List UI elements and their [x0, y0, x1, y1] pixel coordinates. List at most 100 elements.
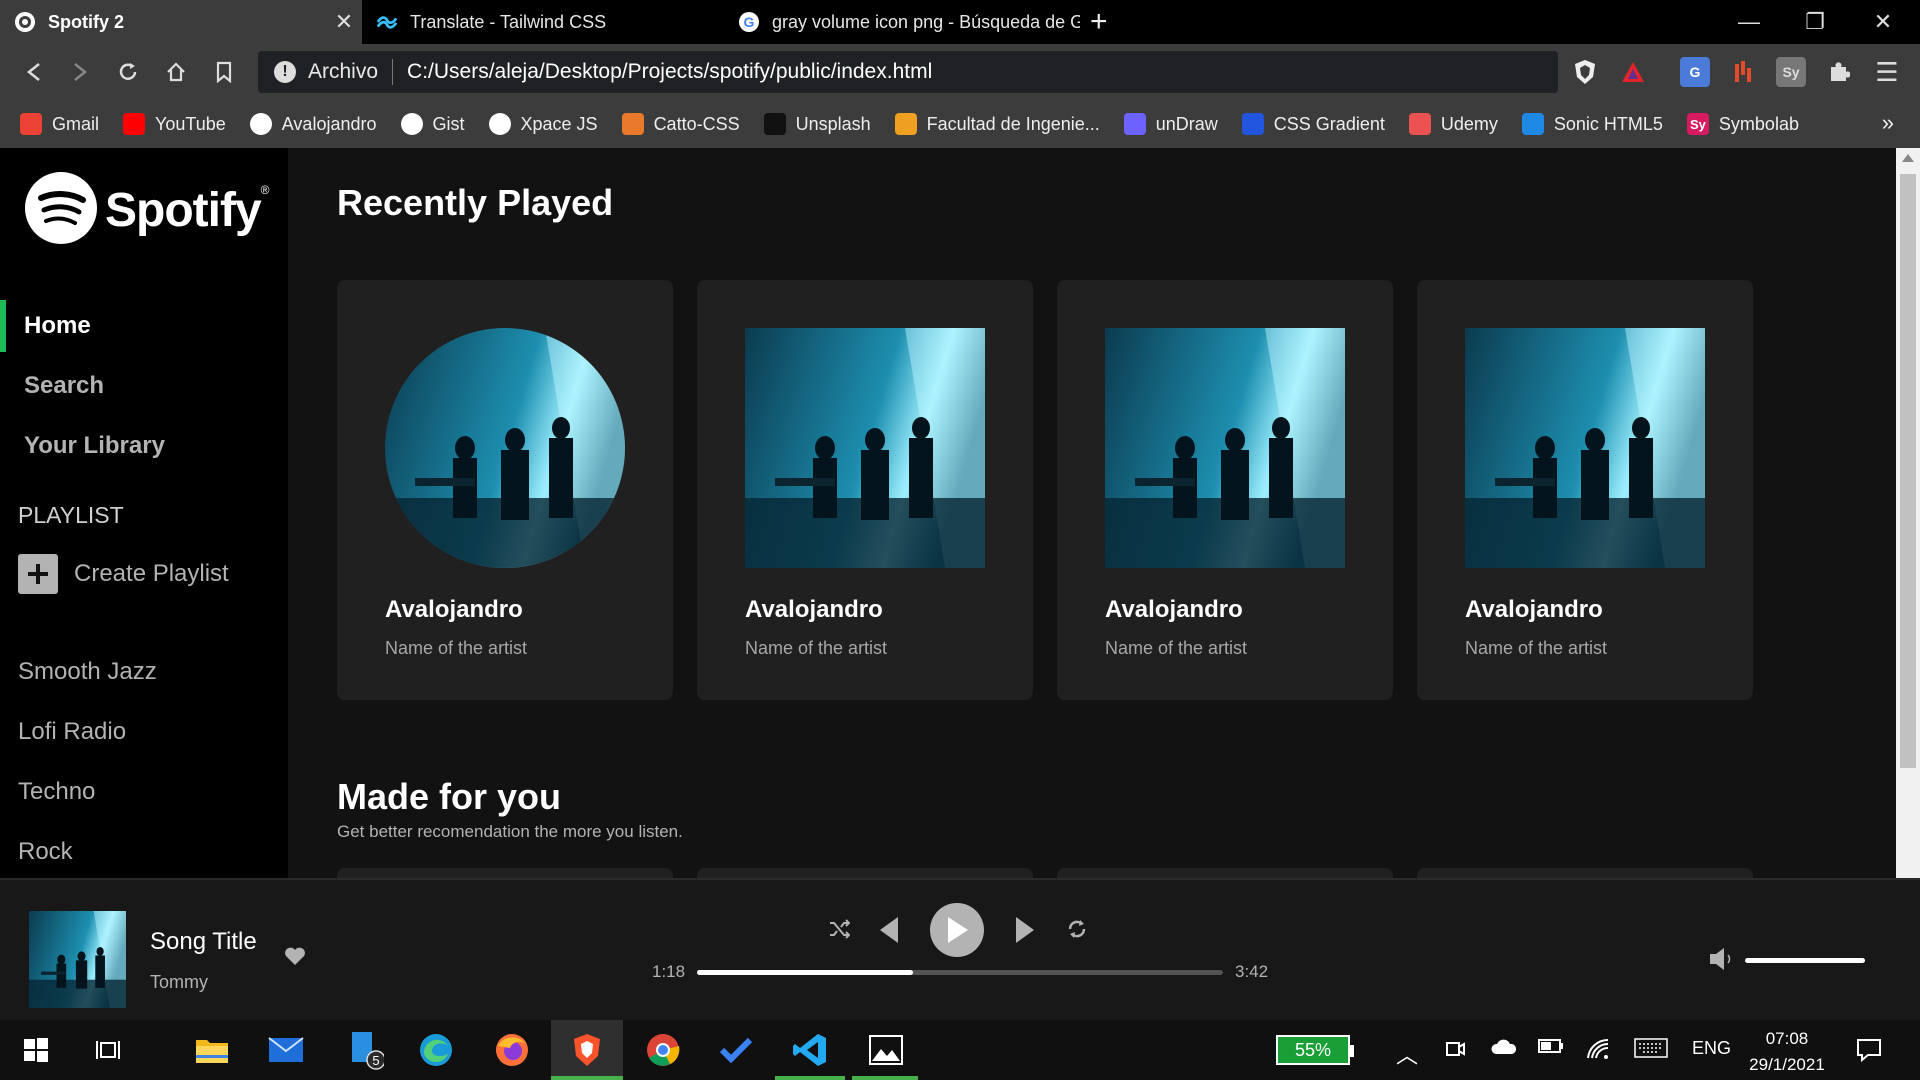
system-clock[interactable]: 07:08 29/1/2021 [1740, 1026, 1834, 1078]
tab-spotify[interactable]: Spotify 2 ✕ [0, 0, 362, 44]
edge-icon[interactable] [416, 1030, 456, 1070]
bookmark-item[interactable]: Sonic HTML5 [1521, 113, 1663, 135]
progress-bar[interactable] [697, 970, 1223, 975]
tab-translate[interactable]: Translate - Tailwind CSS [362, 0, 724, 44]
heart-icon[interactable] [284, 946, 306, 971]
back-icon[interactable] [16, 54, 52, 90]
bookmark-label: Udemy [1440, 113, 1498, 134]
playlist-item[interactable]: Techno [18, 778, 95, 806]
bookmark-icon[interactable] [206, 54, 242, 90]
forward-icon[interactable] [62, 54, 98, 90]
bookmark-item[interactable]: YouTube [123, 113, 226, 135]
vscode-icon[interactable] [790, 1030, 830, 1070]
player-bar: Song Title Tommy 1:18 3:42 [0, 878, 1920, 1020]
brave-icon[interactable] [567, 1030, 607, 1070]
menu-icon[interactable]: ☰ [1872, 57, 1902, 87]
wifi-icon[interactable] [1586, 1038, 1610, 1065]
battery-indicator[interactable]: 55% [1276, 1035, 1354, 1065]
bookmark-item[interactable]: Avalojandro [249, 113, 377, 135]
firefox-icon[interactable] [492, 1030, 532, 1070]
scrollbar-thumb[interactable] [1900, 174, 1916, 768]
bookmark-item[interactable]: CSS Gradient [1241, 113, 1385, 135]
album-card[interactable] [337, 868, 673, 878]
meet-icon[interactable] [1444, 1038, 1466, 1065]
reload-icon[interactable] [110, 54, 146, 90]
album-card[interactable]: Avalojandro Name of the artist [337, 280, 673, 700]
gmail-icon [20, 113, 42, 135]
udemy-icon [1408, 113, 1431, 135]
album-card[interactable] [1417, 868, 1753, 878]
task-view-icon[interactable] [88, 1030, 128, 1070]
extensions-puzzle-icon[interactable] [1824, 57, 1854, 87]
mail-icon[interactable] [266, 1030, 306, 1070]
repeat-icon[interactable] [1062, 914, 1092, 944]
browser-tab-strip: Spotify 2 ✕ Translate - Tailwind CSS G g… [0, 0, 1920, 44]
page-scrollbar[interactable] [1896, 148, 1920, 878]
bookmark-item[interactable]: Gmail [20, 113, 99, 135]
close-window-button[interactable]: ✕ [1850, 0, 1916, 44]
file-explorer-icon[interactable] [192, 1030, 232, 1070]
close-tab-icon[interactable]: ✕ [326, 9, 362, 35]
volume-slider[interactable] [1745, 958, 1865, 963]
playlist-item[interactable]: Rock [18, 838, 73, 866]
bookmark-item[interactable]: Catto-CSS [621, 113, 740, 135]
brave-rewards-icon[interactable] [1618, 57, 1648, 87]
next-icon[interactable] [1010, 910, 1040, 950]
new-tab-button[interactable]: + [1090, 4, 1108, 40]
undraw-icon [1123, 113, 1146, 135]
todo-icon[interactable] [716, 1030, 756, 1070]
onedrive-icon[interactable] [1490, 1038, 1518, 1061]
album-card[interactable]: Avalojandro Name of the artist [1057, 280, 1393, 700]
battery-tray-icon[interactable] [1538, 1038, 1564, 1059]
playlist-item[interactable]: Lofi Radio [18, 718, 126, 746]
language-indicator[interactable]: ENG [1692, 1038, 1731, 1059]
scroll-up-arrow[interactable] [1902, 154, 1914, 162]
album-card[interactable]: Avalojandro Name of the artist [697, 280, 1033, 700]
translate-icon[interactable]: G [1680, 57, 1710, 87]
play-button[interactable] [930, 903, 984, 957]
youtube-icon [123, 113, 146, 135]
playlist-item[interactable]: Smooth Jazz [18, 658, 157, 686]
shuffle-icon[interactable] [824, 914, 854, 944]
chrome-icon[interactable] [643, 1030, 683, 1070]
previous-icon[interactable] [874, 910, 904, 950]
create-playlist-button[interactable]: Create Playlist [18, 554, 229, 594]
keyboard-icon[interactable] [1634, 1038, 1668, 1063]
address-bar[interactable]: ! Archivo C:/Users/aleja/Desktop/Project… [258, 51, 1558, 93]
sidebar: Spotify® Home Search Your Library PLAYLI… [0, 148, 288, 878]
volume-icon[interactable] [1708, 946, 1732, 977]
windows-start-icon[interactable] [16, 1030, 56, 1070]
restore-button[interactable]: ❐ [1782, 0, 1848, 44]
brave-shield-icon[interactable] [1570, 57, 1600, 87]
nav-home[interactable]: Home [0, 300, 288, 352]
chevron-up-icon[interactable]: ︿ [1396, 1038, 1418, 1070]
notepad-icon[interactable]: 5 [346, 1030, 386, 1070]
album-card[interactable] [1057, 868, 1393, 878]
browser-toolbar: ! Archivo C:/Users/aleja/Desktop/Project… [0, 44, 1920, 100]
nav-search[interactable]: Search [0, 360, 288, 412]
more-bookmarks-icon[interactable]: » [1882, 110, 1894, 136]
extension-icon[interactable] [1728, 57, 1758, 87]
bookmark-item[interactable]: Sy Symbolab [1686, 113, 1799, 135]
album-card[interactable]: Avalojandro Name of the artist [1417, 280, 1753, 700]
tab-google-search[interactable]: G gray volume icon png - Búsqueda de Goo… [724, 0, 1080, 44]
bookmark-label: YouTube [155, 113, 226, 134]
made-for-you-title: Made for you [337, 776, 562, 817]
nav-your-library[interactable]: Your Library [0, 420, 288, 472]
symbolab-extension-icon[interactable]: Sy [1776, 57, 1806, 87]
album-card[interactable] [697, 868, 1033, 878]
info-icon[interactable]: ! [274, 61, 296, 83]
bookmark-item[interactable]: Udemy [1408, 113, 1498, 135]
minimize-button[interactable]: — [1716, 0, 1782, 44]
bookmark-item[interactable]: Xpace JS [488, 113, 598, 135]
bookmark-item[interactable]: unDraw [1123, 113, 1218, 135]
notifications-icon[interactable] [1856, 1038, 1882, 1067]
photos-icon[interactable] [866, 1030, 906, 1070]
nav-home-label: Home [24, 312, 91, 339]
spotify-logo[interactable]: Spotify® [25, 172, 269, 249]
create-playlist-label: Create Playlist [74, 560, 229, 587]
bookmark-item[interactable]: Gist [400, 113, 465, 135]
home-icon[interactable] [158, 54, 194, 90]
bookmark-item[interactable]: Facultad de Ingenie... [894, 113, 1100, 135]
bookmark-item[interactable]: Unsplash [763, 113, 871, 135]
